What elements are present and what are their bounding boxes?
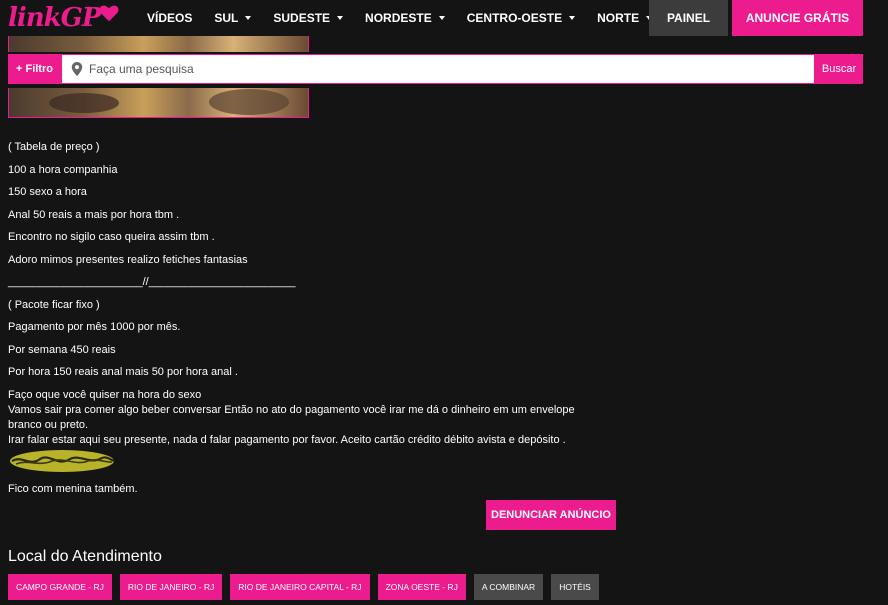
location-tag[interactable]: ZONA OESTE - RJ xyxy=(377,574,466,600)
chevron-down-icon xyxy=(438,16,445,20)
description-line: Vamos sair pra comer algo beber conversa… xyxy=(8,403,575,431)
nav-label: SUL xyxy=(214,11,239,25)
description-line: Adoro mimos presentes realizo fetiches f… xyxy=(8,253,248,266)
painel-button[interactable]: PAINEL xyxy=(649,0,728,36)
chevron-down-icon xyxy=(245,16,252,20)
location-tag[interactable]: A COMBINAR xyxy=(473,574,544,600)
photo-detail xyxy=(209,89,289,115)
nav-item-videos[interactable]: VÍDEOS xyxy=(136,0,203,36)
nav-item-sul[interactable]: SUL xyxy=(203,0,262,36)
nav-label: NORDESTE xyxy=(365,11,432,25)
filter-button[interactable]: + Filtro xyxy=(8,54,61,84)
site-logo[interactable]: linkGP xyxy=(8,2,120,34)
search-bar: + Filtro Buscar xyxy=(0,52,888,88)
photo-detail xyxy=(49,93,119,113)
description-line: ( Tabela de preço ) xyxy=(8,141,100,153)
report-ad-button[interactable]: DENUNCIAR ANÚNCIO xyxy=(486,500,616,530)
anuncie-gratis-button[interactable]: ANUNCIE GRÁTIS xyxy=(732,0,863,36)
description-line: Encontro no sigilo caso queira assim tbm… xyxy=(8,231,215,243)
description-line: Pagamento por mês 1000 por mês. xyxy=(8,321,181,333)
nav-label: SUDESTE xyxy=(273,11,331,25)
nav-item-sudeste[interactable]: SUDESTE xyxy=(262,0,354,36)
description-line: ( Pacote ficar fixo ) xyxy=(8,298,100,311)
location-tag[interactable]: HOTÉIS xyxy=(551,574,599,600)
main-nav: VÍDEOS SUL SUDESTE NORDESTE CENTRO-OESTE… xyxy=(136,0,663,36)
location-tags: CAMPO GRANDE - RJ RIO DE JANEIRO - RJ RI… xyxy=(8,574,607,600)
top-navbar: linkGP VÍDEOS SUL SUDESTE NORDESTE CENTR… xyxy=(0,0,888,36)
location-pin-icon xyxy=(71,62,83,76)
search-field-wrapper[interactable] xyxy=(61,54,815,84)
nav-label: VÍDEOS xyxy=(147,11,193,25)
description-line: Faço oque você quiser na hora do sexo xyxy=(8,388,202,401)
location-tag[interactable]: RIO DE JANEIRO - RJ xyxy=(119,574,223,600)
ad-description: ( Tabela de preço ) 100 a hora companhia… xyxy=(8,140,608,497)
description-line: 150 sexo a hora xyxy=(8,186,87,198)
nav-item-nordeste[interactable]: NORDESTE xyxy=(354,0,456,36)
search-input[interactable] xyxy=(89,62,789,76)
heart-icon xyxy=(99,5,119,22)
description-line: Irar falar estar aqui seu presente, nada… xyxy=(8,433,566,446)
nav-label: CENTRO-OESTE xyxy=(466,11,563,25)
search-button[interactable]: Buscar xyxy=(815,54,863,84)
description-line: Por semana 450 reais xyxy=(8,343,116,356)
location-tag[interactable]: CAMPO GRANDE - RJ xyxy=(8,574,112,600)
chevron-down-icon xyxy=(569,16,576,20)
description-line: 100 a hora companhia xyxy=(8,163,118,176)
nav-item-centro-oeste[interactable]: CENTRO-OESTE xyxy=(456,0,586,36)
description-line: Por hora 150 reais anal mais 50 por hora… xyxy=(8,366,238,378)
logo-text: linkGP xyxy=(8,3,101,33)
chevron-down-icon xyxy=(337,16,344,20)
location-tag[interactable]: RIO DE JANEIRO CAPITAL - RJ xyxy=(230,574,370,600)
description-divider: ______________________//________________… xyxy=(8,276,296,288)
description-line: Fico com menina também. xyxy=(8,482,138,495)
nav-label: NORTE xyxy=(597,11,640,25)
description-line: Anal 50 reais a mais por hora tbm . xyxy=(8,208,180,221)
location-section-title: Local do Atendimento xyxy=(8,548,162,565)
censored-scribble xyxy=(10,449,115,472)
